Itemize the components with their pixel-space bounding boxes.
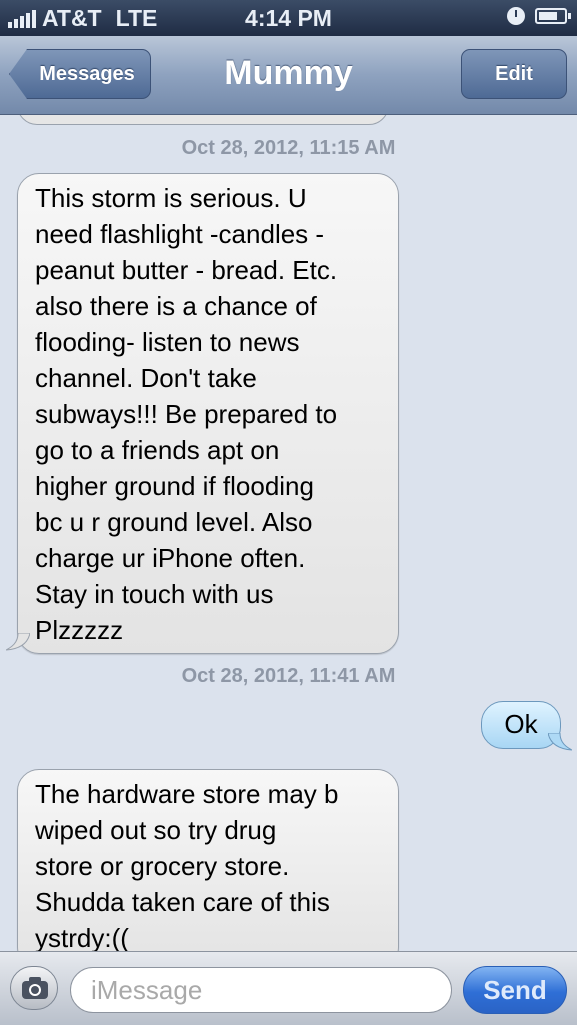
timestamp: Oct 28, 2012, 11:41 AM bbox=[181, 665, 396, 687]
camera-icon bbox=[22, 977, 48, 999]
bubble-tail-icon bbox=[548, 733, 572, 751]
navigation-bar: Messages Mummy Edit bbox=[0, 36, 577, 115]
status-time: 4:14 PM bbox=[245, 5, 332, 31]
timestamp: Oct 28, 2012, 11:15 AM bbox=[181, 137, 396, 159]
imessage-input[interactable] bbox=[70, 967, 452, 1013]
edit-button[interactable]: Edit bbox=[461, 49, 567, 99]
message-input-bar: Send bbox=[0, 951, 577, 1025]
incoming-message-bubble[interactable]: The hardware store may b wiped out so tr… bbox=[17, 769, 399, 951]
send-button[interactable]: Send bbox=[463, 966, 567, 1014]
battery-icon bbox=[535, 8, 571, 24]
status-icons bbox=[507, 7, 571, 25]
bubble-tail-icon bbox=[6, 633, 30, 651]
previous-message-bubble bbox=[17, 115, 389, 125]
message-thread[interactable]: Oct 28, 2012, 11:15 AM This storm is ser… bbox=[0, 115, 577, 951]
clock-icon bbox=[507, 7, 525, 25]
camera-button[interactable] bbox=[10, 966, 58, 1010]
status-bar: AT&T LTE 4:14 PM bbox=[0, 0, 577, 36]
incoming-message-bubble[interactable]: This storm is serious. U need flashlight… bbox=[17, 173, 399, 654]
